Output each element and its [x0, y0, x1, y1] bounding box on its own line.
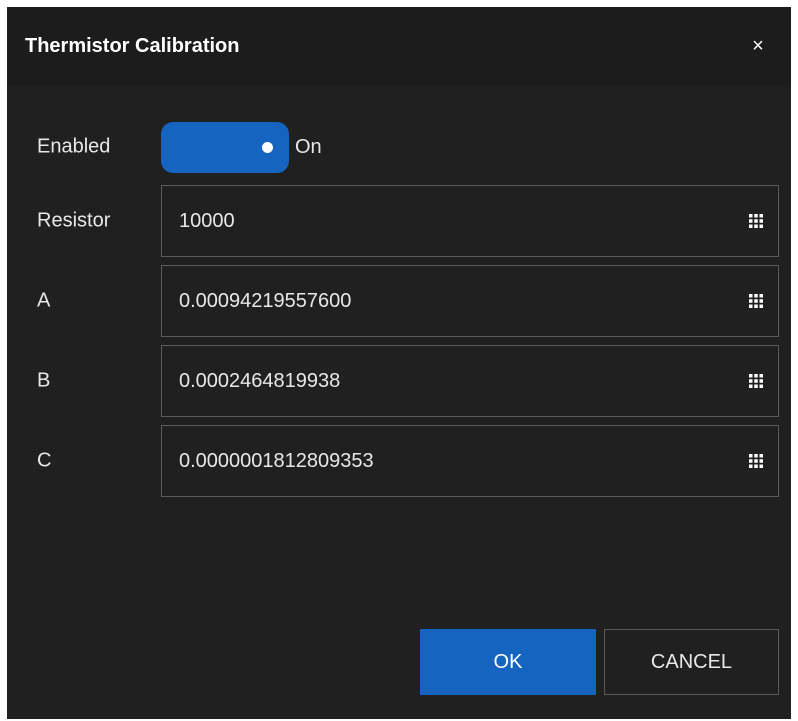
coefficient-a-field[interactable] — [161, 265, 779, 337]
close-icon: × — [752, 34, 764, 57]
coefficient-c-field[interactable] — [161, 425, 779, 497]
enabled-row: Enabled — [7, 106, 791, 188]
coefficient-c-input[interactable] — [162, 426, 722, 496]
keypad-icon[interactable] — [748, 453, 764, 469]
cancel-button[interactable]: CANCEL — [604, 629, 779, 695]
keypad-icon[interactable] — [748, 293, 764, 309]
coefficient-b-label: B — [37, 369, 51, 392]
resistor-input[interactable] — [162, 186, 722, 256]
toggle-knob — [262, 142, 273, 153]
coefficient-a-label: A — [37, 289, 51, 312]
ok-button[interactable]: OK — [420, 629, 596, 695]
dialog-titlebar: Thermistor Calibration × — [7, 7, 791, 87]
resistor-label: Resistor — [37, 209, 111, 232]
coefficient-b-input[interactable] — [162, 346, 722, 416]
close-button[interactable]: × — [743, 31, 773, 61]
coefficient-a-input[interactable] — [162, 266, 722, 336]
thermistor-calibration-dialog: Thermistor Calibration × Enabled On Resi… — [7, 7, 791, 719]
coefficient-b-field[interactable] — [161, 345, 779, 417]
keypad-icon[interactable] — [748, 213, 764, 229]
coefficient-c-label: C — [37, 449, 52, 472]
resistor-field[interactable] — [161, 185, 779, 257]
dialog-title: Thermistor Calibration — [25, 35, 240, 57]
keypad-icon[interactable] — [748, 373, 764, 389]
enabled-toggle[interactable] — [161, 122, 289, 173]
enabled-label: Enabled — [37, 135, 111, 158]
enabled-toggle-wrap: On — [161, 122, 322, 173]
enabled-state-text: On — [295, 136, 322, 158]
